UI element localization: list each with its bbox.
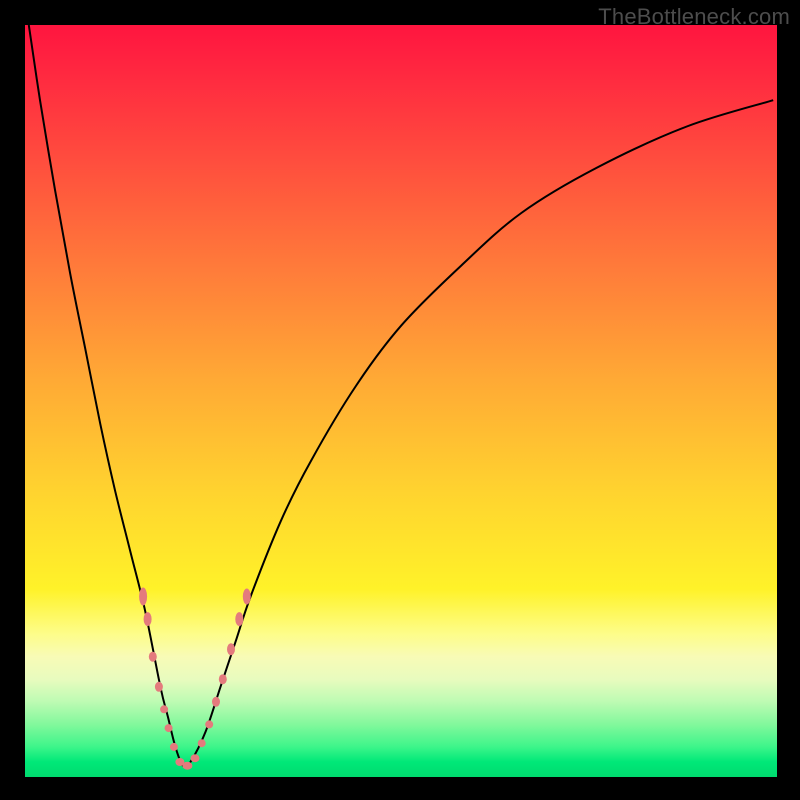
highlight-marker <box>139 588 147 606</box>
highlight-marker <box>227 643 235 655</box>
highlight-marker <box>149 652 157 662</box>
curve-svg <box>25 25 777 777</box>
highlight-marker <box>198 739 206 747</box>
highlight-marker <box>165 724 173 732</box>
highlight-marker <box>191 754 200 762</box>
highlight-marker <box>205 720 213 728</box>
watermark-text: TheBottleneck.com <box>598 4 790 30</box>
highlight-marker <box>212 697 220 707</box>
highlight-marker <box>160 705 168 713</box>
highlight-marker <box>170 743 178 751</box>
highlight-marker <box>182 762 192 770</box>
highlight-marker <box>144 612 152 626</box>
highlight-marker <box>243 589 251 605</box>
marker-layer <box>139 588 251 770</box>
chart-frame: TheBottleneck.com <box>0 0 800 800</box>
highlight-marker <box>219 674 227 684</box>
highlight-marker <box>235 612 243 626</box>
plot-area <box>25 25 777 777</box>
highlight-marker <box>155 682 163 692</box>
bottleneck-curve <box>29 25 773 767</box>
